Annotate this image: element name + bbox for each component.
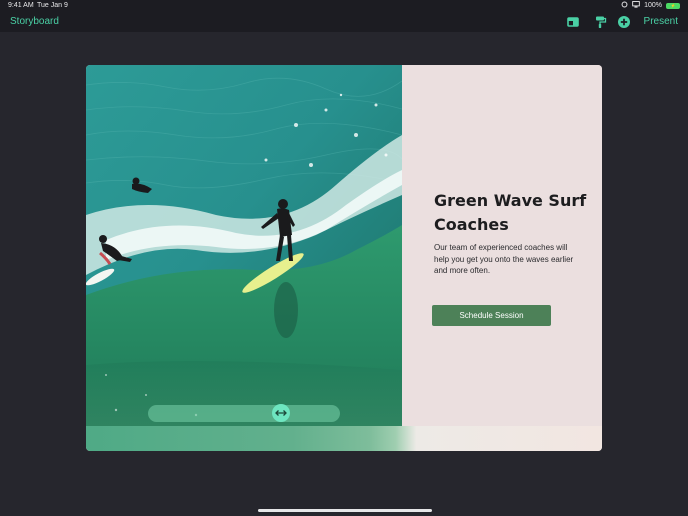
- add-circle-icon[interactable]: [617, 15, 631, 29]
- battery-percent: 100%: [644, 2, 662, 9]
- status-date: Tue Jan 9: [37, 2, 68, 9]
- screen-mirroring-icon: [632, 1, 640, 10]
- image-resize-slider[interactable]: [148, 405, 340, 422]
- present-button[interactable]: Present: [644, 16, 678, 27]
- bottom-gradient-strip: [86, 426, 602, 451]
- left-right-arrow-icon: [275, 404, 287, 422]
- battery-icon: ⚡: [666, 2, 680, 9]
- toolbar: Storyboard Present: [0, 12, 688, 32]
- text-panel: Green Wave Surf Coaches Our team of expe…: [402, 65, 602, 426]
- storyboard-button[interactable]: Storyboard: [10, 16, 59, 27]
- status-right-group: 100% ⚡: [621, 1, 680, 10]
- paint-roller-icon[interactable]: [593, 15, 607, 29]
- surfers-on-wave-photo: [86, 65, 402, 426]
- status-bar: 9:41 AM Tue Jan 9 100% ⚡: [0, 0, 688, 12]
- home-indicator[interactable]: [258, 509, 432, 512]
- slide-heading: Green Wave Surf Coaches: [434, 191, 587, 234]
- slide-card: Green Wave Surf Coaches Our team of expe…: [86, 65, 602, 451]
- slider-handle[interactable]: [272, 404, 290, 422]
- status-time: 9:41 AM: [8, 2, 34, 9]
- schedule-session-button[interactable]: Schedule Session: [432, 305, 551, 326]
- layout-icon[interactable]: [566, 15, 580, 29]
- screen-rotation-lock-icon: [621, 1, 628, 10]
- slide-body-text: Our team of experienced coaches will hel…: [434, 243, 574, 275]
